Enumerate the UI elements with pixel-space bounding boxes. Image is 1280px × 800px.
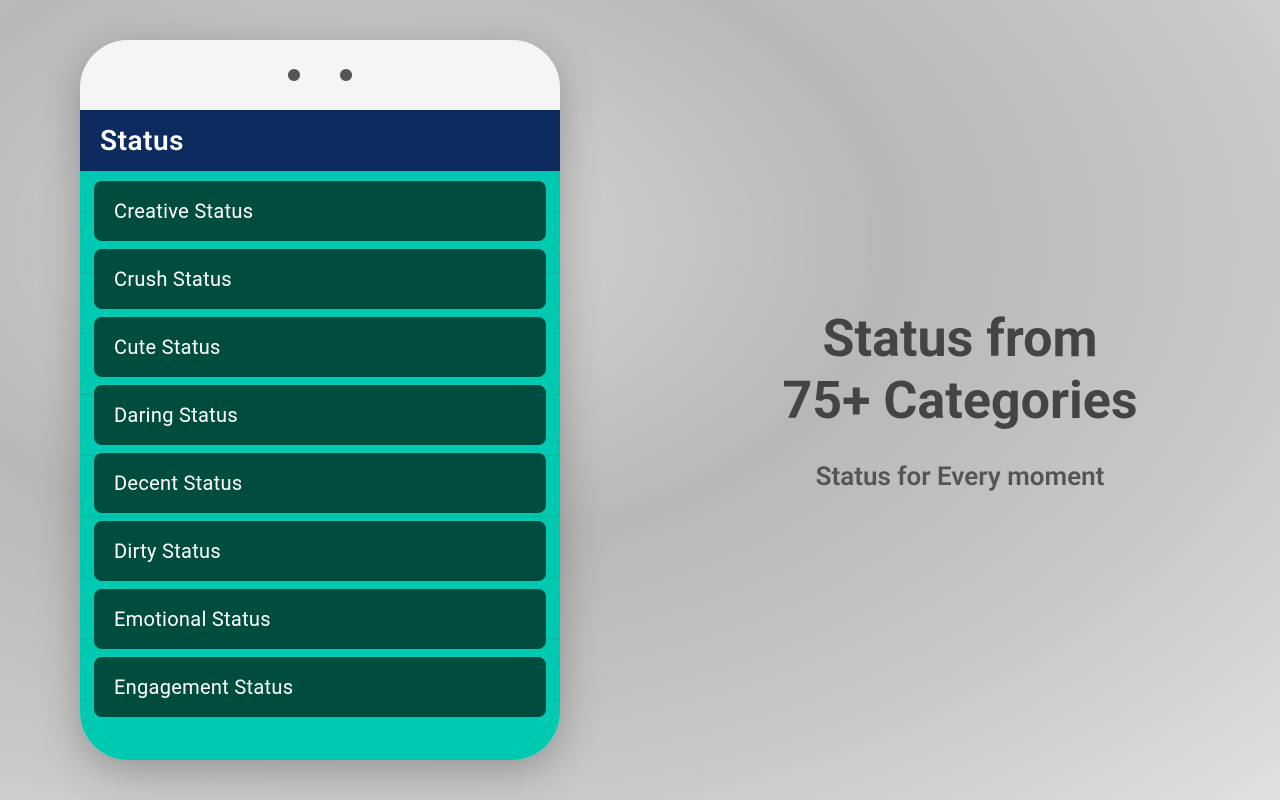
- menu-item[interactable]: Crush Status: [94, 249, 546, 309]
- phone-screen: Status Creative Status Crush Status Cute S…: [80, 110, 560, 760]
- menu-item[interactable]: Cute Status: [94, 317, 546, 377]
- menu-item-label: Daring Status: [114, 403, 238, 427]
- menu-item-label: Decent Status: [114, 471, 242, 495]
- left-section: Status Creative Status Crush Status Cute S…: [0, 0, 640, 800]
- menu-item[interactable]: Decent Status: [94, 453, 546, 513]
- tagline-main: Status from75+ Categories: [782, 308, 1137, 433]
- menu-item[interactable]: Emotional Status: [94, 589, 546, 649]
- camera-dot-left: [288, 69, 300, 81]
- menu-item[interactable]: Dirty Status: [94, 521, 546, 581]
- phone-mockup: Status Creative Status Crush Status Cute S…: [80, 40, 560, 760]
- menu-list: Creative Status Crush Status Cute Status Da…: [80, 171, 560, 760]
- menu-item-label: Cute Status: [114, 335, 221, 359]
- menu-item-label: Engagement Status: [114, 675, 293, 699]
- tagline-sub: Status for Every moment: [816, 462, 1105, 492]
- app-header: Status: [80, 110, 560, 171]
- menu-item[interactable]: Creative Status: [94, 181, 546, 241]
- menu-item[interactable]: Engagement Status: [94, 657, 546, 717]
- menu-item-label: Crush Status: [114, 267, 232, 291]
- phone-top-bar: [80, 40, 560, 110]
- menu-item-label: Dirty Status: [114, 539, 221, 563]
- camera-dot-right: [340, 69, 352, 81]
- menu-item-label: Emotional Status: [114, 607, 271, 631]
- right-section: Status from75+ Categories Status for Eve…: [640, 0, 1280, 800]
- app-title: Status: [100, 124, 184, 157]
- menu-item[interactable]: Daring Status: [94, 385, 546, 445]
- menu-item-label: Creative Status: [114, 199, 253, 223]
